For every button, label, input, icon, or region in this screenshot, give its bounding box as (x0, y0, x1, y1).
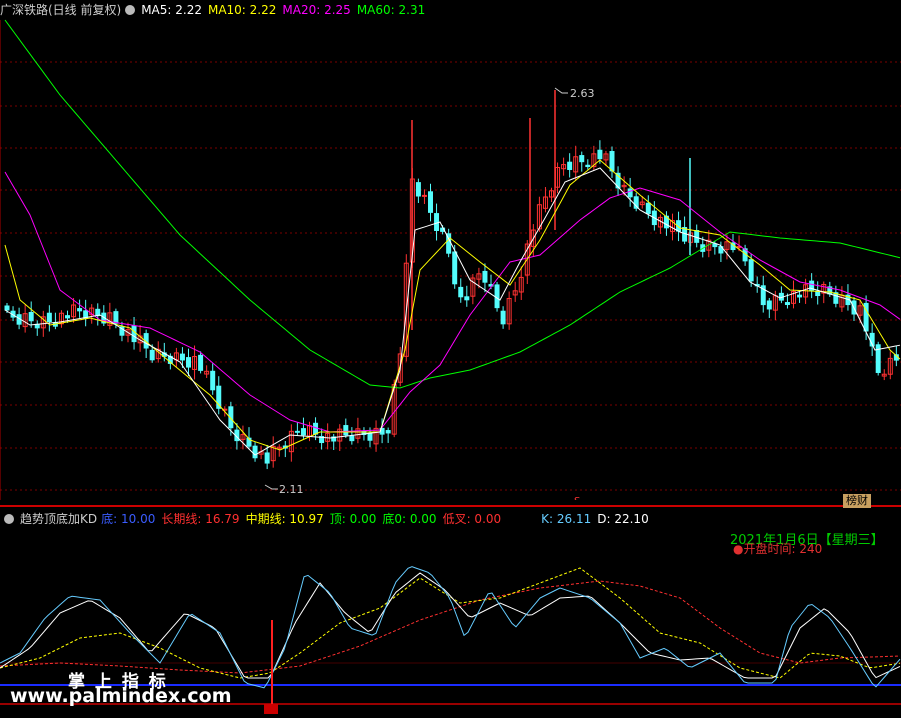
pane-divider (0, 505, 901, 507)
candle-body-12 (77, 308, 83, 312)
candle-body-131 (797, 294, 803, 298)
candle-body-129 (784, 302, 790, 306)
candle-body-63 (385, 430, 391, 434)
watermark-url: www.palmindex.com (10, 685, 232, 707)
candle-body-49 (300, 428, 306, 436)
candle-body-114 (694, 230, 700, 243)
indicator-menu-icon[interactable] (4, 514, 14, 524)
candle-body-43 (264, 452, 270, 464)
indicator-field-long: 长期线: 16.79 (161, 512, 240, 526)
candle-body-15 (95, 308, 101, 317)
ma5-line (4, 167, 901, 456)
candle-body-0 (4, 305, 10, 311)
candle-body-21 (131, 325, 137, 343)
candle-body-74 (452, 251, 458, 285)
candle-body-57 (349, 435, 355, 442)
candle-body-75 (458, 286, 464, 298)
indicator-title: 趋势顶底加KD (20, 512, 98, 526)
candle-body-24 (149, 349, 155, 361)
candle-body-18 (113, 311, 119, 324)
indicator-field-k: K: 26.11 (541, 512, 592, 526)
candle-body-29 (179, 353, 185, 361)
candle-body-95 (579, 155, 585, 163)
candle-body-56 (343, 425, 349, 436)
candle-body-69 (421, 194, 427, 197)
indicator-header: 趋势顶底加KD 底: 10.00 长期线: 16.79 中期线: 10.97 顶: 0.… (0, 509, 655, 529)
candle-body-126 (766, 300, 772, 310)
indicator-field-top: 顶: 0.00 (329, 512, 377, 526)
candle-body-82 (500, 310, 506, 325)
candle-body-98 (597, 149, 603, 160)
candle-body-81 (494, 284, 500, 309)
candle-body-79 (482, 270, 488, 283)
candle-body-71 (434, 213, 440, 231)
low-price-label: 2.11 (279, 483, 304, 496)
candle-body-10 (65, 315, 70, 319)
candle-body-123 (748, 259, 754, 282)
indicator-field-bottom: 底: 10.00 (101, 512, 156, 526)
high-price-label: 2.63 (570, 87, 595, 100)
bang-tag[interactable]: 榜财 (843, 494, 871, 508)
low-marker (264, 484, 278, 490)
candle-body-70 (428, 191, 433, 213)
candle-body-41 (252, 445, 258, 459)
candle-body-51 (313, 422, 319, 435)
open-time-readout: ●开盘时间: 240 (733, 542, 823, 556)
indicator-field-bottom0: 底0: 0.00 (382, 512, 437, 526)
indicator-field-d: D: 22.10 (597, 512, 649, 526)
d-line (0, 572, 901, 679)
long-term-line (0, 580, 901, 674)
candle-body-96 (585, 164, 591, 168)
candle-body-68 (415, 182, 421, 197)
candle-body-4 (28, 311, 34, 322)
price-chart[interactable]: 2.63 2.11 S (0, 0, 901, 500)
indicator-field-lowcross: 低叉: 0.00 (442, 512, 502, 526)
signal-tag-bottom (264, 704, 278, 714)
indicator-field-mid: 中期线: 10.97 (245, 512, 324, 526)
candle-body-30 (186, 357, 191, 368)
candle-body-34 (210, 370, 216, 391)
signal-mark-top: S (574, 496, 580, 500)
candle-body-106 (645, 202, 651, 215)
candle-body-93 (567, 161, 573, 170)
candle-body-103 (627, 188, 633, 198)
mid-term-line (0, 567, 901, 679)
high-marker (554, 87, 568, 94)
ma60-line (4, 19, 901, 389)
candle-body-100 (609, 151, 615, 172)
candle-body-60 (367, 432, 373, 441)
candle-body-7 (46, 312, 52, 323)
candle-body-48 (294, 430, 300, 433)
candle-body-32 (198, 354, 204, 371)
candle-body-76 (464, 296, 470, 301)
